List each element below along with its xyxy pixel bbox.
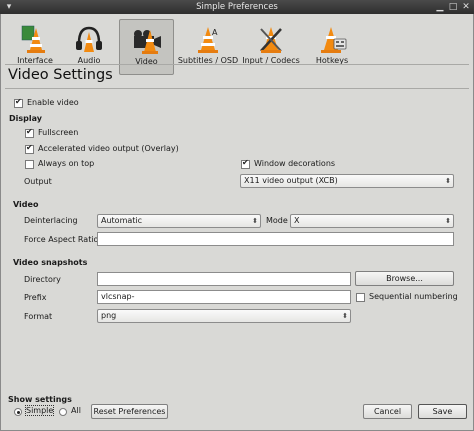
svg-text:A: A [212,28,218,37]
reset-preferences-button[interactable]: Reset Preferences [91,404,168,419]
format-select[interactable]: png ⬍ [97,309,351,323]
simple-radio[interactable] [14,408,22,416]
prefix-input[interactable]: vlcsnap- [97,290,351,304]
hotkeys-icon [321,27,347,53]
category-subtitles-osd[interactable]: A Subtitles / OSD [177,19,239,75]
mode-value: X [294,216,300,225]
output-label: Output [24,177,52,186]
always-on-top-checkbox[interactable] [25,160,34,169]
mode-select[interactable]: X ⬍ [290,214,454,228]
display-heading: Display [9,114,42,123]
title-bar: ▾ Simple Preferences ▁ □ ✕ [0,0,474,14]
save-button[interactable]: Save [418,404,467,419]
audio-headphones-icon [76,26,102,52]
window-menu-icon[interactable]: ▾ [3,1,15,13]
aspect-ratio-label: Force Aspect Ratio [24,235,99,244]
category-input-codecs[interactable]: Input / Codecs [240,19,302,75]
sequential-numbering-label: Sequential numbering [369,292,458,301]
mode-label: Mode [266,216,288,225]
prefix-label: Prefix [24,293,47,302]
minimize-icon[interactable]: ▁ [434,1,446,13]
window-decorations-checkbox[interactable] [241,158,250,169]
overlay-label: Accelerated video output (Overlay) [38,144,179,153]
updown-arrows-icon: ⬍ [252,217,258,225]
toolbar-divider [5,64,469,65]
simple-label: Simple [24,405,55,416]
video-cone-icon [133,30,161,54]
fullscreen-checkbox[interactable] [25,127,34,138]
snapshots-heading: Video snapshots [13,258,88,267]
format-label: Format [24,312,53,321]
all-label: All [71,406,81,415]
deinterlacing-label: Deinterlacing [24,216,78,225]
interface-cone-icon [21,25,45,53]
show-settings-heading: Show settings [8,395,72,404]
category-video[interactable]: Video [119,19,174,75]
window-title: Simple Preferences [196,2,278,12]
input-codecs-icon [260,27,282,53]
category-hotkeys[interactable]: Hotkeys [307,19,357,75]
fullscreen-label: Fullscreen [38,128,79,137]
subtitles-cone-icon: A [198,27,218,53]
aspect-ratio-input[interactable] [97,232,454,246]
output-value: X11 video output (XCB) [244,176,338,185]
always-on-top-label: Always on top [38,159,95,168]
sequential-numbering-checkbox[interactable] [356,293,365,302]
category-toolbar: Interface Audio Video A Subtitles / OSD … [0,14,474,75]
enable-video-label: Enable video [27,98,79,107]
close-icon[interactable]: ✕ [460,1,472,13]
directory-label: Directory [24,275,61,284]
browse-button[interactable]: Browse... [355,271,454,286]
format-value: png [101,311,117,320]
window-decorations-label: Window decorations [254,159,336,168]
deinterlacing-select[interactable]: Automatic ⬍ [97,214,261,228]
directory-input[interactable] [97,272,351,286]
maximize-icon[interactable]: □ [447,1,459,13]
title-divider [5,88,469,89]
updown-arrows-icon: ⬍ [342,312,348,320]
page-title: Video Settings [8,67,113,83]
output-select[interactable]: X11 video output (XCB) ⬍ [240,174,454,188]
cancel-button[interactable]: Cancel [363,404,412,419]
updown-arrows-icon: ⬍ [445,177,451,185]
updown-arrows-icon: ⬍ [445,217,451,225]
overlay-checkbox[interactable] [25,143,34,154]
enable-video-checkbox[interactable] [14,97,23,108]
deinterlacing-value: Automatic [101,216,143,225]
video-heading: Video [13,200,39,209]
all-radio[interactable] [59,408,67,416]
